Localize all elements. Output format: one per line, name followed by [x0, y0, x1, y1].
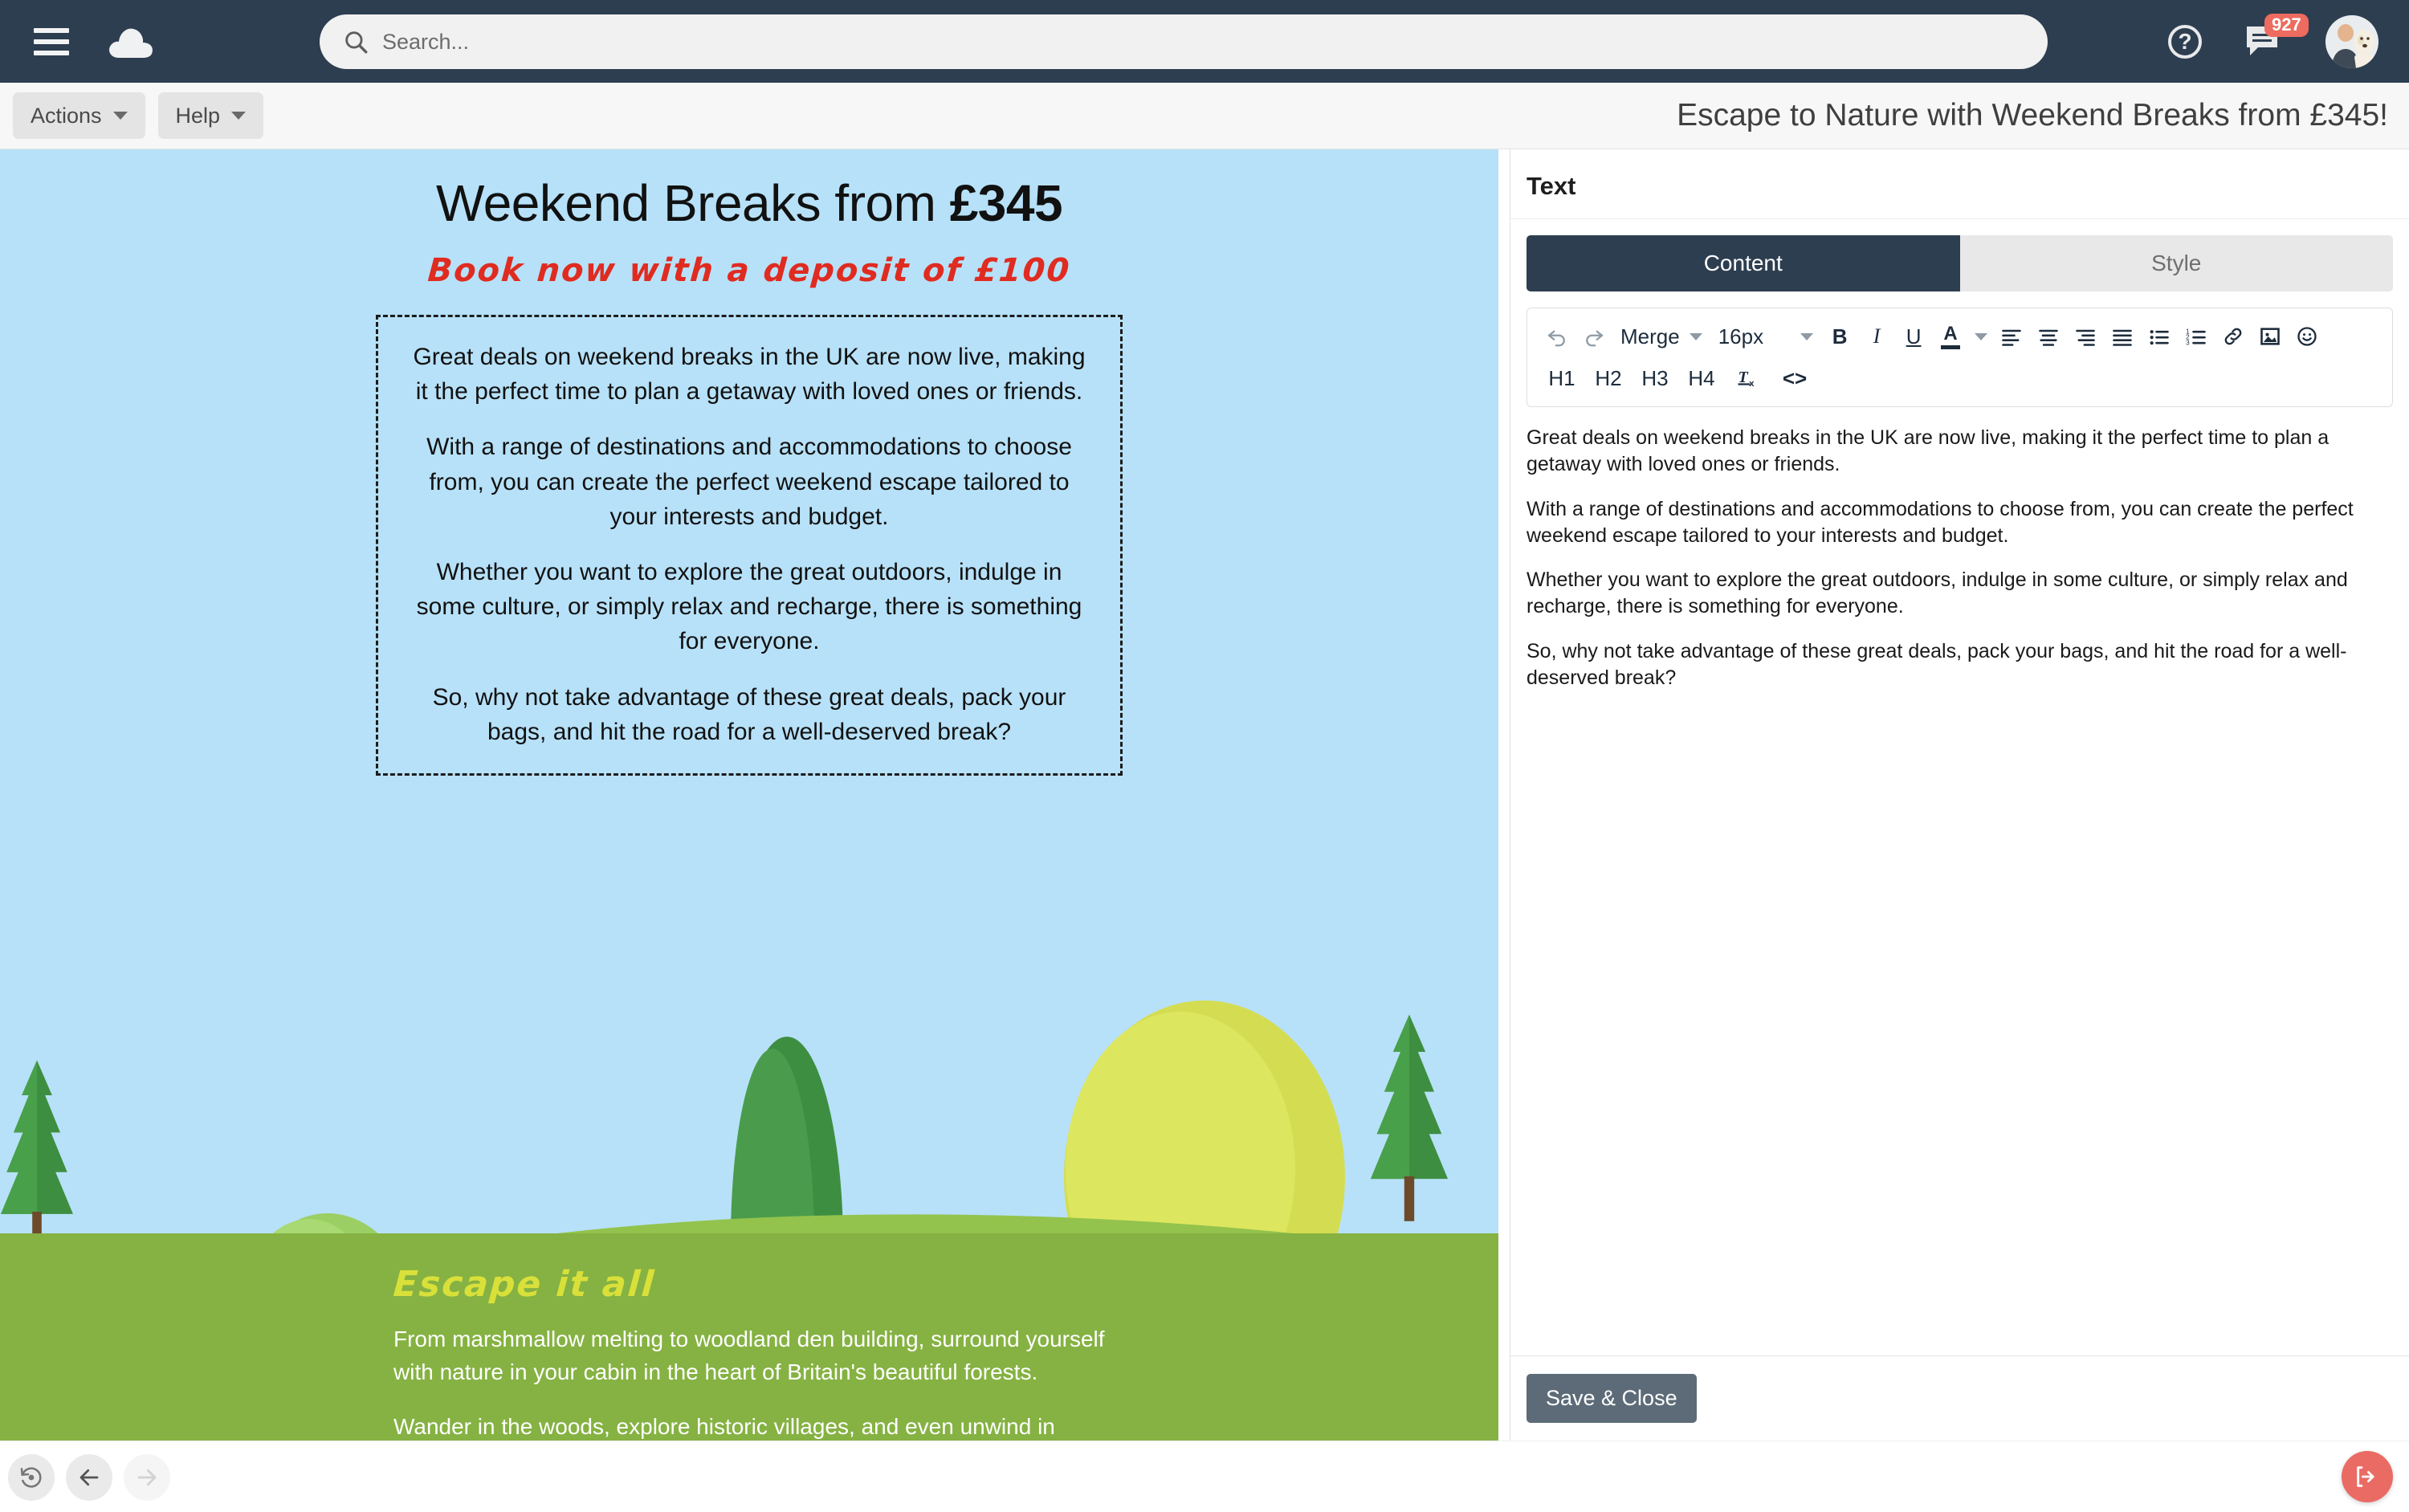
save-and-close-button[interactable]: Save & Close	[1527, 1374, 1697, 1423]
svg-text:x: x	[1749, 379, 1755, 389]
search-icon	[345, 31, 368, 54]
tree-conifer	[1, 1060, 73, 1254]
numbered-list-icon[interactable]: 123	[2178, 318, 2215, 355]
body-text-block[interactable]: Great deals on weekend breaks in the UK …	[376, 315, 1123, 776]
clear-formatting-icon[interactable]: Tx	[1725, 360, 1771, 397]
email-canvas[interactable]: Weekend Breaks from £345 Book now with a…	[0, 149, 1498, 1441]
font-color-label: A	[1943, 322, 1958, 344]
page-title: Escape to Nature with Weekend Breaks fro…	[1677, 98, 2388, 132]
green-paragraph: Wander in the woods, explore historic vi…	[393, 1413, 1055, 1439]
rich-text-toolbar: Merge 16px B I U A 1 2 3 H1 H2 H3 H4 T x…	[1527, 308, 2393, 407]
heading-h3-button[interactable]: H3	[1632, 360, 1678, 397]
body-paragraph: Great deals on weekend breaks in the UK …	[413, 344, 1086, 406]
svg-text:3: 3	[2186, 340, 2190, 347]
canvas-scrollbar[interactable]	[1498, 149, 1510, 1441]
hamburger-icon[interactable]	[34, 27, 69, 55]
hero-title-price: £345	[949, 174, 1063, 232]
emoji-icon[interactable]	[2289, 318, 2325, 355]
green-content-block[interactable]: Escape it all From marshmallow melting t…	[0, 1233, 1498, 1441]
editor-paragraph: Great deals on weekend breaks in the UK …	[1527, 426, 2330, 476]
tab-style[interactable]: Style	[1959, 235, 2393, 291]
font-size-dropdown[interactable]: 16px	[1710, 318, 1821, 355]
editor-paragraph: Whether you want to explore the great ou…	[1527, 569, 2348, 618]
arrow-right-icon[interactable]	[124, 1454, 170, 1501]
font-color-dropdown-icon[interactable]	[1969, 318, 1993, 355]
tab-content[interactable]: Content	[1527, 235, 1960, 291]
messages-icon[interactable]: 927	[2244, 13, 2309, 60]
bullet-list-icon[interactable]	[2141, 318, 2178, 355]
italic-button[interactable]: I	[1858, 318, 1895, 355]
image-icon[interactable]	[2252, 318, 2289, 355]
align-left-icon[interactable]	[1993, 318, 2030, 355]
bold-button[interactable]: B	[1821, 318, 1858, 355]
help-dropdown-button[interactable]: Help	[157, 92, 264, 139]
align-justify-icon[interactable]	[2104, 318, 2141, 355]
search-input[interactable]	[382, 14, 2048, 69]
text-editor-panel: Text Content Style Merge 16px B I U A 1 …	[1510, 149, 2409, 1441]
rich-text-editor-area[interactable]: Great deals on weekend breaks in the UK …	[1527, 425, 2393, 1355]
font-size-label: 16px	[1718, 324, 1764, 348]
heading-h1-button[interactable]: H1	[1539, 360, 1585, 397]
underline-button[interactable]: U	[1895, 318, 1932, 355]
panel-footer: Save & Close	[1510, 1355, 2409, 1441]
hero-subtitle: Book now with a deposit of £100	[426, 252, 1072, 289]
secondary-toolbar: Actions Help Escape to Nature with Weeke…	[0, 83, 2409, 149]
chevron-down-icon	[231, 112, 247, 120]
bottom-bar	[0, 1441, 2409, 1512]
green-heading: Escape it all	[392, 1264, 657, 1305]
heading-h2-button[interactable]: H2	[1585, 360, 1632, 397]
cloud-logo-icon[interactable]	[108, 22, 156, 61]
history-revert-icon[interactable]	[8, 1454, 55, 1501]
top-navbar: ? 927	[0, 0, 2409, 83]
actions-label: Actions	[31, 103, 102, 128]
help-icon[interactable]: ?	[2168, 24, 2202, 59]
editor-paragraph: So, why not take advantage of these grea…	[1527, 639, 2347, 689]
panel-tabs: Content Style	[1527, 235, 2393, 291]
toolbar-row-2: H1 H2 H3 H4 Tx <>	[1539, 360, 2381, 397]
panel-title: Text	[1510, 149, 2409, 219]
merge-label: Merge	[1620, 324, 1680, 348]
search-bar[interactable]	[320, 14, 2048, 69]
source-code-button[interactable]: <>	[1771, 360, 1818, 397]
help-label: Help	[175, 103, 221, 128]
messages-badge: 927	[2264, 13, 2309, 37]
hero-title: Weekend Breaks from £345	[0, 173, 1498, 233]
body-paragraph: So, why not take advantage of these grea…	[432, 683, 1066, 745]
chevron-down-icon	[1800, 332, 1814, 340]
redo-icon[interactable]	[1575, 318, 1612, 355]
hero-title-plain: Weekend Breaks from	[435, 174, 950, 232]
link-icon[interactable]	[2215, 318, 2252, 355]
align-center-icon[interactable]	[2030, 318, 2067, 355]
navbar-right-actions: ? 927	[2168, 0, 2378, 83]
body-paragraph: Whether you want to explore the great ou…	[416, 558, 1082, 655]
exit-editor-icon[interactable]	[2342, 1451, 2393, 1502]
font-color-button[interactable]: A	[1932, 318, 1969, 355]
editor-paragraph: With a range of destinations and accommo…	[1527, 497, 2354, 547]
merge-dropdown[interactable]: Merge	[1612, 318, 1710, 355]
arrow-left-icon[interactable]	[66, 1454, 112, 1501]
chevron-down-icon	[1689, 332, 1702, 340]
green-paragraph: From marshmallow melting to woodland den…	[393, 1327, 1105, 1385]
avatar[interactable]	[2325, 14, 2378, 68]
actions-dropdown-button[interactable]: Actions	[13, 92, 145, 139]
chevron-down-icon	[112, 112, 128, 120]
body-paragraph: With a range of destinations and accommo…	[426, 434, 1072, 530]
tree-conifer	[1370, 1014, 1449, 1221]
heading-h4-button[interactable]: H4	[1678, 360, 1725, 397]
align-right-icon[interactable]	[2067, 318, 2104, 355]
toolbar-row-1: Merge 16px B I U A 1 2 3	[1539, 318, 2381, 355]
undo-icon[interactable]	[1539, 318, 1575, 355]
